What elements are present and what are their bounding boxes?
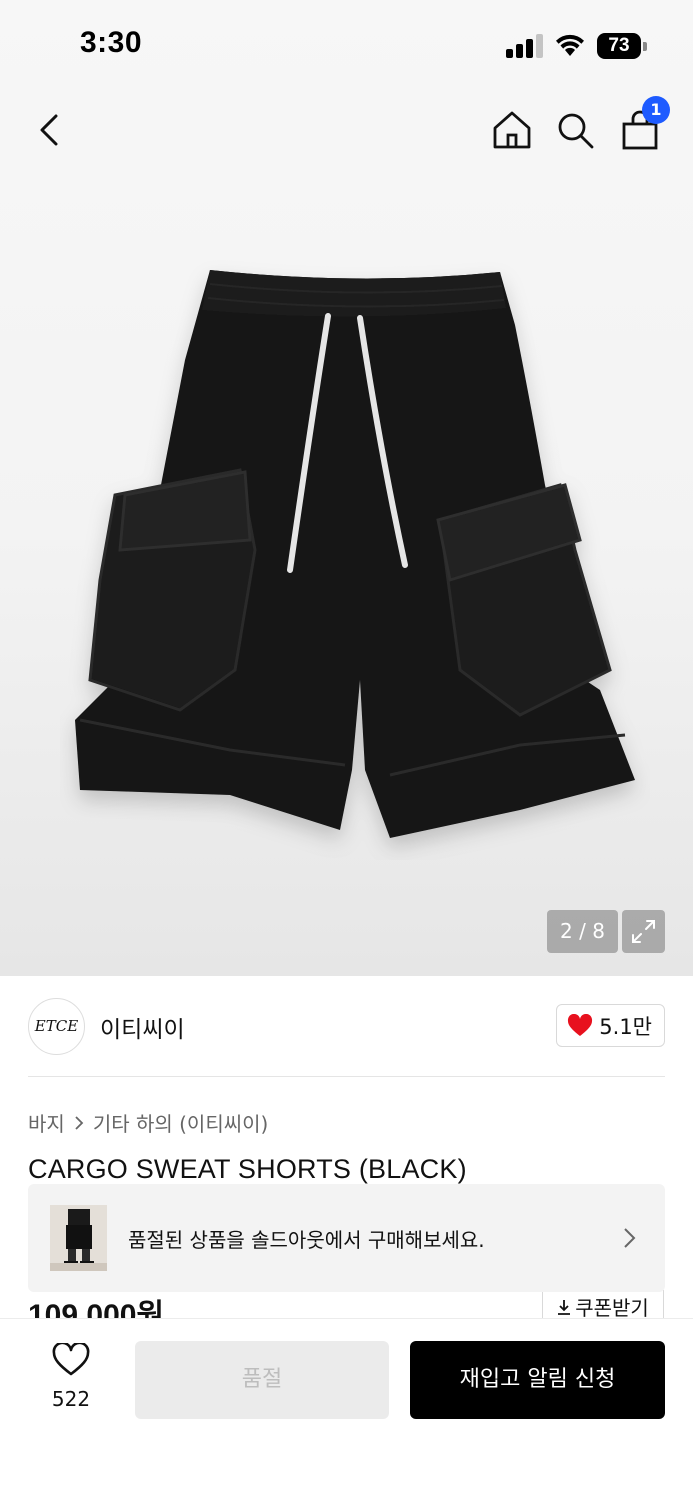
home-icon: [493, 111, 531, 149]
signal-icon: [506, 34, 544, 58]
divider: [28, 1076, 665, 1077]
battery-icon: 73: [597, 33, 647, 59]
chevron-right-icon: [624, 1228, 636, 1248]
image-counter: 2 / 8: [547, 910, 618, 953]
battery-level: 73: [597, 33, 641, 59]
product-photo[interactable]: [60, 250, 650, 860]
banner-thumbnail: [50, 1205, 107, 1271]
home-button[interactable]: [488, 106, 536, 154]
top-navigation: 1: [0, 90, 693, 170]
download-icon: [558, 1299, 571, 1315]
breadcrumb-subcategory[interactable]: 기타 하의 (이티씨이): [93, 1108, 269, 1137]
wishlist-button[interactable]: 522: [36, 1343, 106, 1413]
status-time: 3:30: [80, 26, 143, 59]
brand-name[interactable]: 이티씨이: [100, 1010, 185, 1044]
coupon-label: 쿠폰받기: [575, 1296, 649, 1320]
expand-icon: [632, 920, 655, 943]
brand-like-button[interactable]: 5.1만: [556, 1004, 665, 1047]
breadcrumb: 바지 기타 하의 (이티씨이): [28, 1108, 268, 1137]
soldout-button: 품절: [135, 1341, 389, 1419]
cart-count-badge: 1: [642, 96, 670, 124]
brand-like-count: 5.1만: [599, 1014, 652, 1039]
heart-outline-icon: [52, 1343, 90, 1376]
back-icon: [40, 114, 58, 146]
cart-button[interactable]: 1: [616, 96, 670, 154]
product-title: CARGO SWEAT SHORTS (BLACK): [28, 1154, 467, 1184]
search-icon: [558, 113, 594, 149]
brand-logo[interactable]: ETCE: [28, 998, 85, 1055]
breadcrumb-category[interactable]: 바지: [28, 1108, 65, 1137]
wifi-icon: [556, 34, 584, 56]
expand-image-button[interactable]: [622, 910, 665, 953]
brand-row[interactable]: ETCE 이티씨이 5.1만: [28, 996, 665, 1056]
chevron-right-icon: [75, 1115, 84, 1130]
search-button[interactable]: [551, 106, 599, 154]
back-button[interactable]: [26, 106, 74, 154]
soldout-banner[interactable]: 품절된 상품을 솔드아웃에서 구매해보세요.: [28, 1184, 665, 1292]
bottom-action-bar: 522 품절 재입고 알림 신청: [0, 1318, 693, 1500]
banner-text: 품절된 상품을 솔드아웃에서 구매해보세요.: [128, 1228, 485, 1252]
heart-filled-icon: [568, 1013, 593, 1036]
wishlist-count: 522: [51, 1387, 91, 1411]
status-bar: 3:30 73: [0, 0, 693, 90]
restock-alert-button[interactable]: 재입고 알림 신청: [410, 1341, 665, 1419]
